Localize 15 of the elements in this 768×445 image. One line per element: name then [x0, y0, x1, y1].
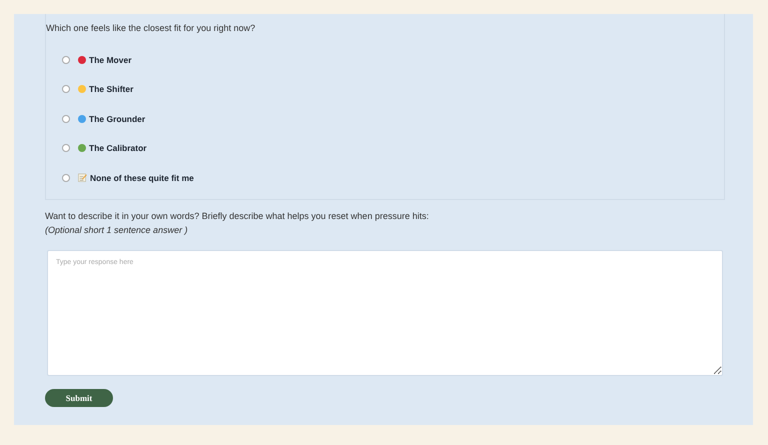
radio-button[interactable] [62, 144, 70, 152]
option-label: None of these quite fit me [90, 172, 194, 183]
radio-button[interactable] [62, 174, 70, 182]
memo-icon [78, 173, 87, 182]
question-text: Which one feels like the closest fit for you right now? [46, 23, 256, 33]
hint-text: (Optional short 1 sentence answer ) [45, 224, 189, 234]
radio-button[interactable] [62, 85, 70, 94]
option-label: The Calibrator [89, 143, 147, 154]
option-label: The Mover [89, 54, 132, 65]
prompt-text: Want to describe it in your own words? Briefly describe what helps you reset when pressure hits: [45, 210, 430, 220]
submit-button[interactable]: Submit [45, 388, 113, 406]
radio-button[interactable] [62, 114, 70, 123]
option-label: The Shifter [89, 84, 134, 94]
option-label: The Grounder [89, 114, 146, 124]
radio-button[interactable] [62, 56, 70, 64]
